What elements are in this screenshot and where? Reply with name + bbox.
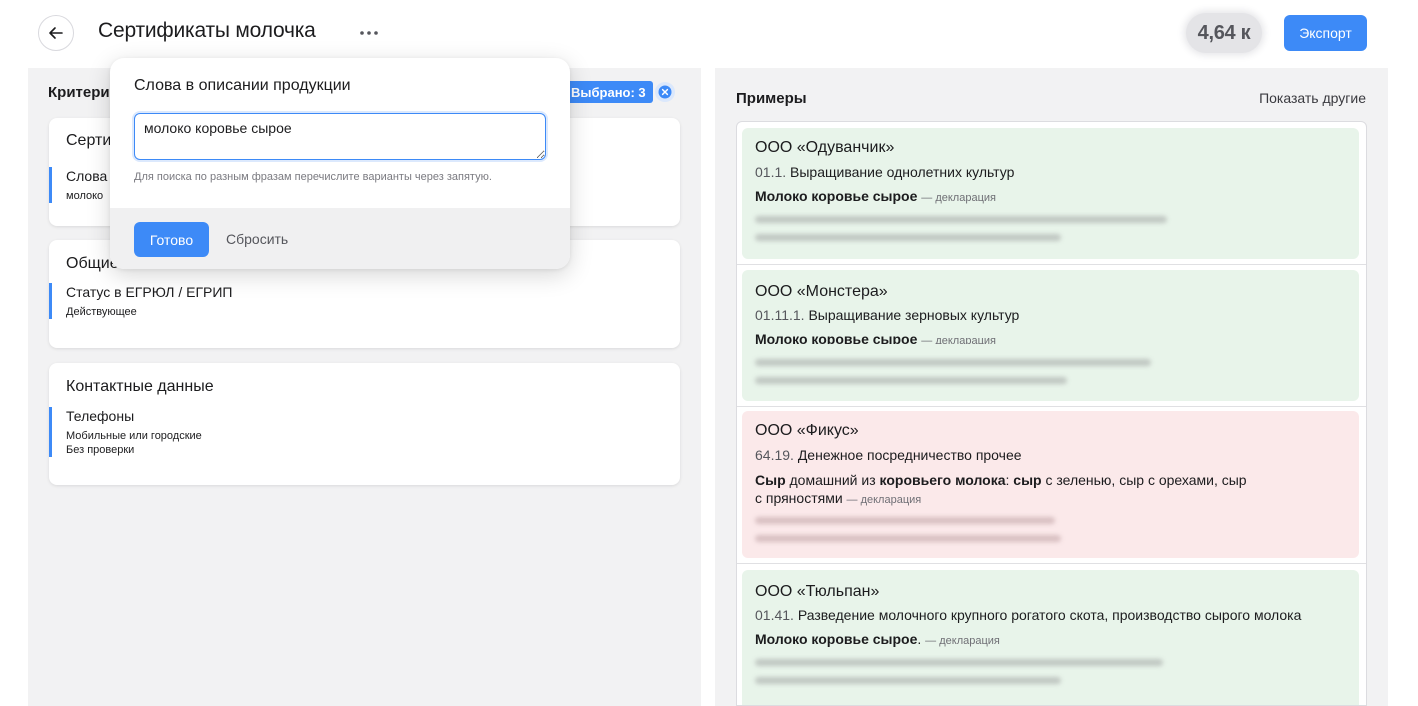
product-words-popover: Слова в описании продукции Для поиска по… bbox=[110, 58, 570, 269]
criterion-value: молоко bbox=[66, 190, 104, 202]
company-name: ООО «Монстера» bbox=[755, 283, 888, 300]
criterion-words[interactable]: Слова молоко bbox=[49, 167, 107, 203]
activity: 01.41. Разведение молочного крупного рог… bbox=[755, 607, 1301, 623]
examples-heading: Примеры bbox=[736, 90, 807, 107]
company-name: ООО «Одуванчик» bbox=[755, 139, 895, 156]
product-words-input[interactable] bbox=[134, 113, 546, 160]
redacted-address bbox=[755, 216, 1167, 223]
redacted-ids bbox=[755, 377, 1067, 384]
redacted-ids bbox=[755, 535, 1061, 542]
popover-footer: Готово Сбросить bbox=[110, 208, 570, 269]
criteria-heading: Критери bbox=[48, 84, 110, 101]
show-more-button[interactable]: Показать другие bbox=[1259, 90, 1366, 106]
top-bar: Сертификаты молочка 4,64 к Экспорт bbox=[0, 0, 1418, 66]
divider bbox=[737, 264, 1366, 265]
criterion-title: Телефоны bbox=[66, 408, 135, 424]
divider bbox=[737, 563, 1366, 564]
criterion-status[interactable]: Статус в ЕГРЮЛ / ЕГРИП Действующее bbox=[49, 283, 232, 319]
document-type: — декларация bbox=[846, 494, 922, 506]
clear-selection-button[interactable] bbox=[655, 82, 675, 102]
product-description: Молоко коровье сырое. — декларация bbox=[755, 630, 1000, 650]
product-match: коровьего молока bbox=[879, 472, 1006, 488]
examples-panel: Примеры Показать другие ООО «Одуванчик» … bbox=[715, 68, 1388, 706]
results-count-badge: 4,64 к bbox=[1186, 13, 1262, 53]
examples-list: ООО «Одуванчик» 01.1. Выращивание одноле… bbox=[736, 121, 1367, 706]
document-type: — декларация bbox=[921, 192, 996, 204]
example-card[interactable]: ООО «Одуванчик» 01.1. Выращивание одноле… bbox=[742, 128, 1359, 259]
product-match: Сыр bbox=[755, 472, 786, 488]
redacted-address bbox=[755, 359, 1151, 366]
product-match: Молоко коровье сырое bbox=[755, 631, 918, 647]
product-description: Молоко коровье сырое — декларация bbox=[755, 330, 996, 344]
card-title: Контактные данные bbox=[66, 378, 214, 395]
activity-name: Разведение молочного крупного рогатого с… bbox=[797, 607, 1302, 623]
company-name: ООО «Тюльпан» bbox=[755, 583, 880, 600]
input-hint: Для поиска по разным фразам перечислите … bbox=[134, 171, 492, 183]
activity-name: Выращивание зерновых культур bbox=[808, 307, 1020, 323]
okved-code: 01.11.1. bbox=[755, 307, 805, 323]
activity: 64.19. Денежное посредничество прочее bbox=[755, 447, 1022, 463]
redacted-address bbox=[755, 659, 1163, 666]
example-card[interactable]: ООО «Монстера» 01.11.1. Выращивание зерн… bbox=[742, 270, 1359, 401]
activity: 01.11.1. Выращивание зерновых культур bbox=[755, 307, 1019, 323]
okved-code: 64.19. bbox=[755, 447, 794, 463]
company-name: ООО «Фикус» bbox=[755, 422, 859, 439]
criterion-phones[interactable]: Телефоны Мобильные или городские Без про… bbox=[49, 407, 202, 457]
done-button[interactable]: Готово bbox=[134, 222, 209, 257]
product-text: домашний из bbox=[785, 472, 880, 488]
product-match: Молоко коровье сырое bbox=[755, 188, 918, 204]
activity: 01.1. Выращивание однолетних культур bbox=[755, 164, 1014, 180]
ellipsis-icon bbox=[360, 31, 378, 35]
criterion-value: Мобильные или городские bbox=[66, 430, 202, 442]
criterion-value: Без проверки bbox=[66, 444, 135, 456]
card-title: Серти bbox=[66, 132, 112, 149]
criterion-value: Действующее bbox=[66, 306, 137, 318]
document-type: — декларация bbox=[921, 335, 996, 344]
activity-name: Денежное посредничество прочее bbox=[797, 447, 1022, 463]
product-match: Молоко коровье сырое bbox=[755, 331, 918, 344]
criteria-card-contacts[interactable]: Контактные данные Телефоны Мобильные или… bbox=[49, 363, 680, 485]
product-description: Молоко коровье сырое — декларация bbox=[755, 187, 996, 207]
product-rest: . bbox=[917, 631, 922, 647]
example-card[interactable]: ООО «Фикус» 64.19. Денежное посредничест… bbox=[742, 411, 1359, 558]
criterion-title: Слова bbox=[66, 168, 108, 184]
selected-count-chip[interactable]: Выбрано: 3 bbox=[564, 81, 653, 103]
divider bbox=[737, 406, 1366, 407]
export-button[interactable]: Экспорт bbox=[1284, 15, 1367, 51]
activity-name: Выращивание однолетних культур bbox=[790, 164, 1015, 180]
back-button[interactable] bbox=[38, 15, 74, 51]
okved-code: 01.41. bbox=[755, 607, 794, 623]
redacted-ids bbox=[755, 677, 1061, 684]
product-description: Сыр домашний из коровьего молока: сыр с … bbox=[755, 471, 1255, 509]
document-type: — декларация bbox=[925, 635, 1000, 647]
close-circle-icon bbox=[658, 85, 672, 99]
example-card[interactable]: ООО «Тюльпан» 01.41. Разведение молочног… bbox=[742, 570, 1359, 705]
reset-button[interactable]: Сбросить bbox=[226, 231, 288, 247]
more-button[interactable] bbox=[356, 20, 382, 46]
criterion-title: Статус в ЕГРЮЛ / ЕГРИП bbox=[66, 284, 233, 300]
redacted-ids bbox=[755, 234, 1061, 241]
arrow-left-icon bbox=[49, 27, 63, 39]
okved-code: 01.1. bbox=[755, 164, 787, 180]
page-title: Сертификаты молочка bbox=[98, 19, 316, 42]
popover-title: Слова в описании продукции bbox=[134, 77, 351, 94]
product-match: сыр bbox=[1013, 472, 1042, 488]
redacted-address bbox=[755, 517, 1055, 524]
